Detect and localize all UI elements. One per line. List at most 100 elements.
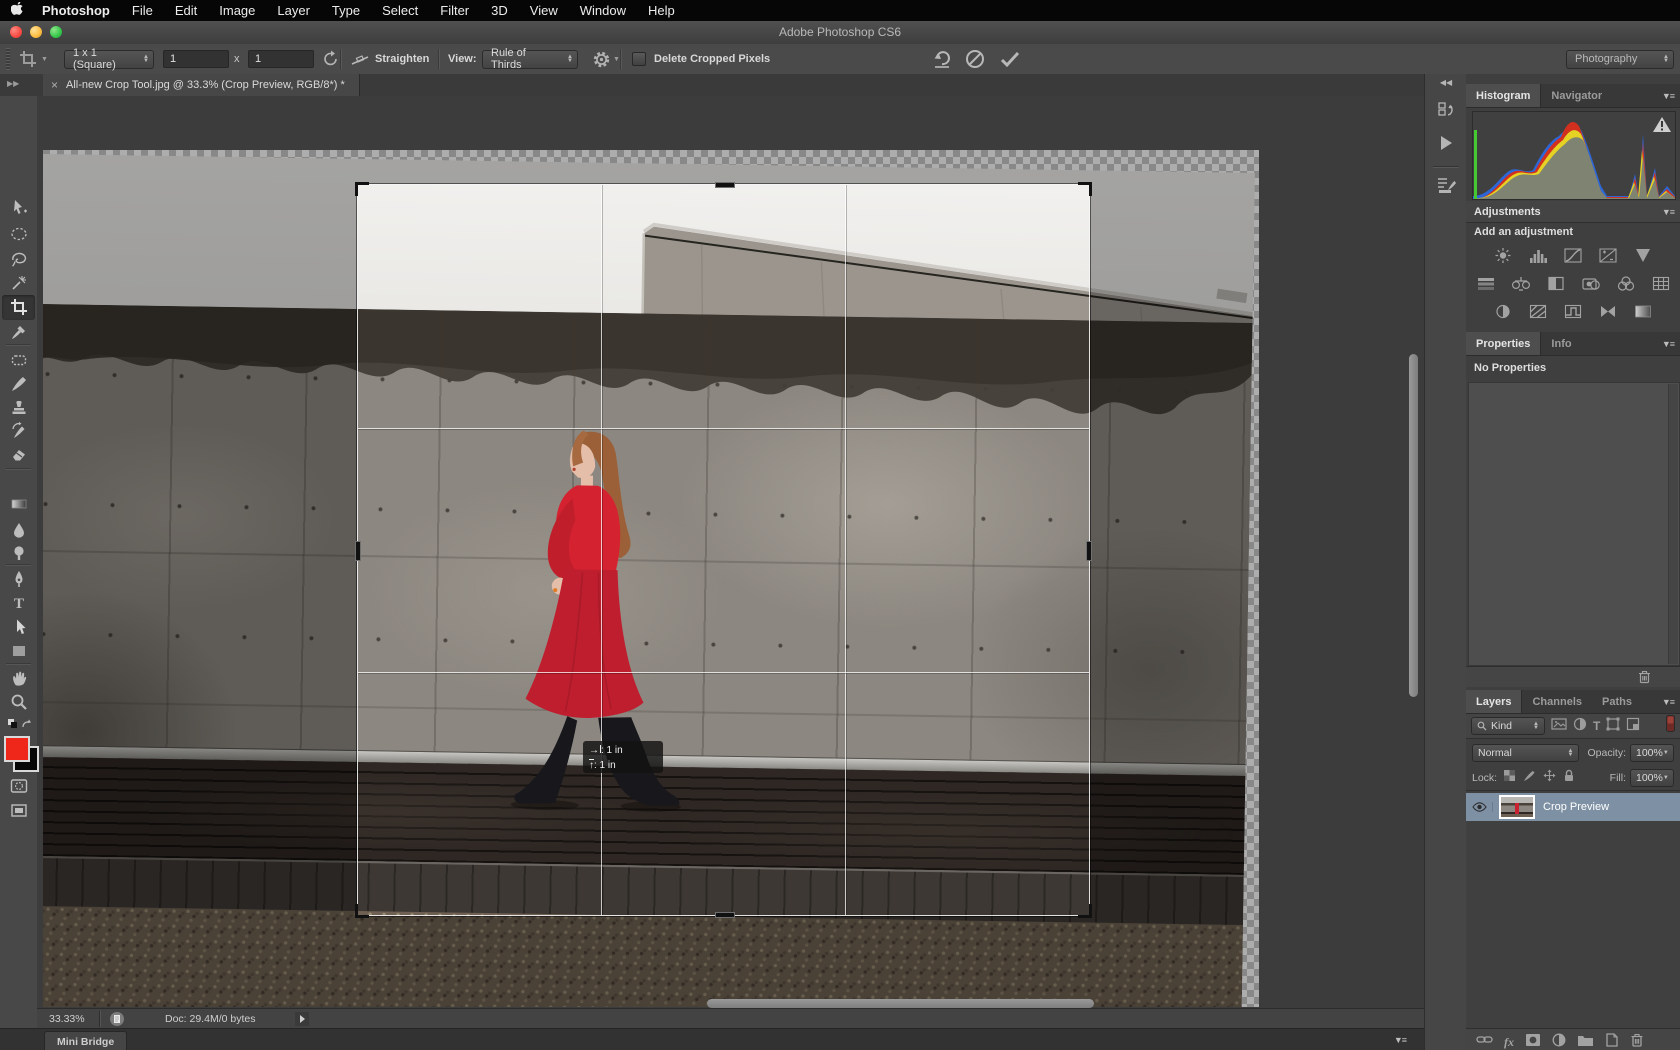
screen-mode-button[interactable]	[0, 799, 37, 823]
close-document-icon[interactable]: ×	[51, 78, 58, 92]
filter-smart-objects-icon[interactable]	[1626, 717, 1640, 736]
history-brush-tool[interactable]	[0, 419, 37, 443]
rectangle-tool[interactable]	[0, 639, 37, 663]
channel-mixer-icon[interactable]	[1613, 274, 1639, 292]
menu-item-layer[interactable]: Layer	[266, 3, 321, 18]
crop-handle-left[interactable]	[355, 541, 361, 561]
threshold-icon[interactable]	[1560, 302, 1586, 320]
type-tool[interactable]: T	[0, 591, 37, 615]
tab-channels[interactable]: Channels	[1522, 690, 1592, 713]
menu-item-filter[interactable]: Filter	[429, 3, 480, 18]
mini-bridge-menu-icon[interactable]: ▼≡	[1394, 1035, 1406, 1045]
new-adjustment-layer-icon[interactable]	[1552, 1033, 1566, 1050]
layer-filter-toggle-switch[interactable]	[1666, 715, 1675, 737]
hand-tool[interactable]	[0, 666, 37, 690]
delete-layer-trash-icon[interactable]	[1630, 1032, 1644, 1050]
tool-presets-panel-icon[interactable]	[1425, 174, 1467, 196]
panel-menu-icon[interactable]: ▼≡	[1662, 207, 1674, 217]
posterize-icon[interactable]	[1525, 302, 1551, 320]
tab-info[interactable]: Info	[1541, 332, 1581, 355]
filter-shape-layers-icon[interactable]	[1606, 717, 1620, 736]
layer-visibility-eye-icon[interactable]	[1466, 802, 1493, 812]
invert-icon[interactable]	[1490, 302, 1516, 320]
workspace-switcher-dropdown[interactable]: Photography ▲▼	[1566, 44, 1674, 74]
new-layer-icon[interactable]	[1605, 1033, 1619, 1050]
layer-name[interactable]: Crop Preview	[1543, 801, 1609, 813]
crop-handle-top-left[interactable]	[355, 182, 369, 196]
pen-tool[interactable]	[0, 567, 37, 591]
new-group-folder-icon[interactable]	[1577, 1033, 1594, 1050]
crop-handle-bottom[interactable]	[715, 912, 735, 918]
tab-histogram[interactable]: Histogram	[1466, 84, 1541, 107]
crop-handle-right[interactable]	[1086, 541, 1092, 561]
menu-item-select[interactable]: Select	[371, 3, 429, 18]
brush-tool[interactable]	[0, 372, 37, 396]
swap-dimensions-icon[interactable]	[322, 44, 340, 74]
add-layer-mask-icon[interactable]	[1525, 1033, 1541, 1050]
move-tool[interactable]	[0, 196, 37, 220]
lock-transparency-icon[interactable]	[1503, 769, 1516, 787]
zoom-level-field[interactable]: 33.33%	[49, 1013, 85, 1025]
swap-colors-icon[interactable]	[0, 716, 37, 732]
quick-mask-button[interactable]	[0, 774, 37, 798]
elliptical-marquee-tool[interactable]	[0, 222, 37, 246]
layer-filter-kind-dropdown[interactable]: Kind ▲▼	[1471, 717, 1545, 735]
cancel-crop-button[interactable]	[964, 44, 986, 74]
document-tab[interactable]: × All-new Crop Tool.jpg @ 33.3% (Crop Pr…	[43, 74, 360, 96]
filter-adjustment-layers-icon[interactable]	[1573, 717, 1587, 736]
vertical-scrollbar[interactable]	[1409, 354, 1418, 697]
apple-menu-icon[interactable]	[0, 2, 34, 20]
document-size-info[interactable]: Doc: 29.4M/0 bytes	[165, 1013, 255, 1025]
reset-crop-button[interactable]	[930, 44, 954, 74]
color-lookup-icon[interactable]	[1648, 274, 1674, 292]
menu-item-help[interactable]: Help	[637, 3, 686, 18]
link-layers-icon[interactable]	[1476, 1032, 1493, 1050]
eraser-tool[interactable]	[0, 442, 37, 466]
panel-menu-icon[interactable]: ▼≡	[1662, 339, 1674, 349]
menu-item-3d[interactable]: 3D	[480, 3, 519, 18]
crop-width-field[interactable]: 1	[163, 44, 229, 74]
fill-dropdown[interactable]: 100% ▼	[1630, 769, 1674, 787]
panel-menu-icon[interactable]: ▼≡	[1662, 697, 1674, 707]
blur-tool[interactable]	[0, 518, 37, 542]
dodge-tool[interactable]	[0, 541, 37, 565]
delete-cropped-pixels-checkbox[interactable]: Delete Cropped Pixels	[632, 44, 770, 74]
exposure-icon[interactable]	[1595, 246, 1621, 264]
view-overlay-dropdown[interactable]: Rule of Thirds ▲▼	[482, 44, 578, 74]
aspect-ratio-preset-dropdown[interactable]: 1 x 1 (Square) ▲▼	[64, 44, 154, 74]
crop-tool-preset-icon[interactable]: ▼	[18, 44, 48, 74]
crop-tool[interactable]	[0, 295, 37, 319]
properties-scrollbar[interactable]	[1668, 384, 1678, 664]
layer-row-crop-preview[interactable]: Crop Preview	[1466, 793, 1680, 821]
brightness-contrast-icon[interactable]	[1490, 246, 1516, 264]
tab-layers[interactable]: Layers	[1466, 690, 1522, 713]
curves-icon[interactable]	[1560, 246, 1586, 264]
actions-panel-icon[interactable]	[1425, 132, 1467, 154]
menu-item-view[interactable]: View	[519, 3, 569, 18]
tab-properties[interactable]: Properties	[1466, 332, 1541, 355]
levels-icon[interactable]	[1525, 246, 1551, 264]
crop-handle-bottom-left[interactable]	[355, 904, 369, 918]
crop-height-field[interactable]: 1	[248, 44, 314, 74]
menu-item-type[interactable]: Type	[321, 3, 371, 18]
eyedropper-tool[interactable]	[0, 320, 37, 344]
crop-handle-bottom-right[interactable]	[1078, 904, 1092, 918]
mini-bridge-tab[interactable]: Mini Bridge	[44, 1031, 127, 1050]
straighten-button[interactable]: Straighten	[350, 44, 429, 74]
vibrance-icon[interactable]	[1630, 246, 1656, 264]
lock-position-icon[interactable]	[1543, 769, 1556, 787]
gradient-tool[interactable]	[0, 492, 37, 516]
healing-brush-tool[interactable]	[0, 348, 37, 372]
blend-mode-dropdown[interactable]: Normal ▲▼	[1472, 744, 1579, 762]
hue-saturation-icon[interactable]	[1473, 274, 1499, 292]
lock-pixels-icon[interactable]	[1523, 769, 1536, 787]
menu-item-window[interactable]: Window	[569, 3, 637, 18]
black-white-icon[interactable]	[1543, 274, 1569, 292]
menu-item-image[interactable]: Image	[208, 3, 266, 18]
clone-stamp-tool[interactable]	[0, 396, 37, 420]
crop-handle-top-right[interactable]	[1078, 182, 1092, 196]
gradient-map-icon[interactable]	[1595, 302, 1621, 320]
lasso-tool[interactable]	[0, 247, 37, 271]
expand-panels-icon[interactable]: ◀◀	[1425, 78, 1467, 87]
selective-color-icon[interactable]	[1630, 302, 1656, 320]
